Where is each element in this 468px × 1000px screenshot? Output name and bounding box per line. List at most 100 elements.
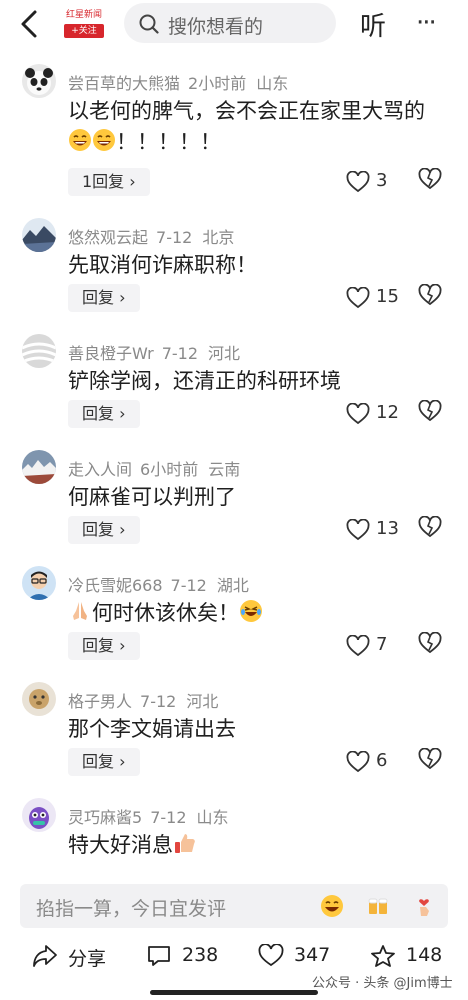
comments-count: 238 (182, 944, 219, 966)
reply-label: 1回复 (82, 172, 125, 191)
like-button[interactable]: 7 (346, 632, 396, 660)
chevron-right-icon: › (119, 752, 126, 771)
like-count: 13 (376, 518, 399, 539)
favorite-button[interactable]: 148 (370, 942, 450, 970)
reply-button[interactable]: 回复 › (68, 748, 140, 776)
comment-item: 冷氏雪妮668 7-12 湖北 何时休该休矣！ 回复 › 7 (0, 566, 468, 682)
avatar[interactable] (22, 798, 56, 832)
back-icon[interactable] (14, 8, 46, 40)
comment-meta: 格子男人 7-12 河北 (68, 688, 218, 712)
like-button[interactable]: 12 (346, 400, 399, 428)
beer-cheers-icon[interactable] (366, 894, 390, 918)
comment-username[interactable]: 灵巧麻酱5 (68, 808, 142, 827)
listen-button[interactable]: 听 (360, 6, 386, 43)
reply-label: 回复 (82, 288, 115, 307)
comment-text-suffix: ！！！！！ (116, 130, 221, 154)
home-indicator[interactable] (150, 990, 318, 995)
comment-list[interactable]: 尝百草的大熊猫 2小时前 山东 以老何的脾气，会不会正在家里大骂的 ！！！！！ 1回复… (0, 54, 468, 878)
comment-time: 7-12 (161, 344, 198, 363)
comment-username[interactable]: 格子男人 (68, 692, 132, 711)
reply-button[interactable]: 回复 › (68, 284, 140, 312)
like-button[interactable]: 15 (346, 284, 399, 312)
dislike-button[interactable] (418, 631, 444, 660)
comment-location: 山东 (256, 74, 289, 93)
comment-username[interactable]: 走入人间 (68, 460, 132, 479)
broken-heart-icon (418, 747, 442, 770)
share-label: 分享 (68, 948, 107, 970)
praying-hands-icon (68, 599, 92, 623)
comment-text-body: 何时休该休矣！ (92, 601, 239, 625)
comments-button[interactable]: 238 (146, 942, 226, 970)
comment-input[interactable]: 掐指一算，今日宜发评 (20, 884, 448, 928)
comment-username[interactable]: 尝百草的大熊猫 (68, 74, 180, 93)
reply-button[interactable]: 回复 › (68, 400, 140, 428)
comment-text: 那个李文娟请出去 (68, 717, 236, 741)
heart-icon (346, 403, 370, 425)
finger-heart-icon[interactable] (412, 894, 436, 918)
comment-text-body: 以老何的脾气，会不会正在家里大骂的 (68, 99, 425, 123)
more-icon[interactable]: ··· (416, 8, 437, 38)
comment-meta: 悠然观云起 7-12 北京 (68, 224, 234, 248)
avatar[interactable] (22, 64, 56, 98)
heart-icon (346, 635, 370, 657)
reply-button[interactable]: 回复 › (68, 632, 140, 660)
dislike-button[interactable] (418, 399, 444, 428)
comment-time: 7-12 (156, 228, 193, 247)
avatar[interactable] (22, 334, 56, 368)
comment-text: 铲除学阀，还清正的科研环境 (68, 369, 341, 393)
search-placeholder: 搜你想看的 (168, 16, 264, 38)
reply-label: 回复 (82, 636, 115, 655)
comment-location: 山东 (196, 808, 229, 827)
comment-location: 云南 (208, 460, 241, 479)
search-box[interactable]: 搜你想看的 (124, 3, 336, 43)
grinning-emoji-icon (92, 128, 116, 152)
dislike-button[interactable] (418, 283, 444, 312)
publisher-logo-text: 红星新闻 (65, 10, 102, 20)
comment-text: 何麻雀可以判刑了 (68, 485, 236, 509)
comment-item: 悠然观云起 7-12 北京 先取消何诈麻职称！ 回复 › 15 (0, 218, 468, 334)
broken-heart-icon (418, 399, 442, 422)
like-button[interactable]: 13 (346, 516, 399, 544)
comment-time: 7-12 (170, 576, 207, 595)
avatar[interactable] (22, 218, 56, 252)
avatar[interactable] (22, 682, 56, 716)
like-article-button[interactable]: 347 (258, 942, 338, 970)
dislike-button[interactable] (418, 747, 444, 776)
avatar[interactable] (22, 566, 56, 600)
like-count: 7 (376, 634, 388, 655)
broken-heart-icon (418, 631, 442, 654)
chevron-right-icon: › (119, 404, 126, 423)
chevron-right-icon: › (129, 172, 136, 191)
comment-meta: 冷氏雪妮668 7-12 湖北 (68, 572, 249, 596)
reply-button[interactable]: 回复 › (68, 516, 140, 544)
comment-text: 何时休该休矣！ (68, 598, 438, 629)
like-button[interactable]: 3 (346, 168, 396, 196)
dislike-button[interactable] (418, 167, 444, 196)
grinning-emoji-icon[interactable] (320, 894, 344, 918)
star-icon (371, 945, 395, 967)
follow-button[interactable]: +关注 (64, 24, 104, 38)
comment-username[interactable]: 悠然观云起 (68, 228, 148, 247)
laughing-crying-emoji-icon (239, 599, 263, 623)
avatar[interactable] (22, 450, 56, 484)
likes-count: 347 (294, 944, 331, 966)
comment-username[interactable]: 冷氏雪妮668 (68, 576, 163, 595)
heart-icon (346, 751, 370, 773)
comment-location: 河北 (208, 344, 241, 363)
heart-icon (346, 171, 370, 193)
chevron-right-icon: › (119, 288, 126, 307)
comment-item: 灵巧麻酱5 7-12 山东 特大好消息 (0, 798, 468, 878)
comment-time: 2小时前 (188, 74, 247, 93)
heart-icon (258, 944, 284, 967)
like-button[interactable]: 6 (346, 748, 396, 776)
dislike-button[interactable] (418, 515, 444, 544)
publisher-logo[interactable]: 红星新闻 +关注 (62, 10, 106, 44)
like-count: 3 (376, 170, 388, 191)
comment-username[interactable]: 善良橙子Wr (68, 344, 154, 363)
share-button[interactable]: 分享 (32, 942, 112, 970)
grinning-emoji-icon (68, 128, 92, 152)
chevron-right-icon: › (119, 636, 126, 655)
like-count: 12 (376, 402, 399, 423)
reply-button[interactable]: 1回复 › (68, 168, 150, 196)
comment-location: 北京 (202, 228, 235, 247)
